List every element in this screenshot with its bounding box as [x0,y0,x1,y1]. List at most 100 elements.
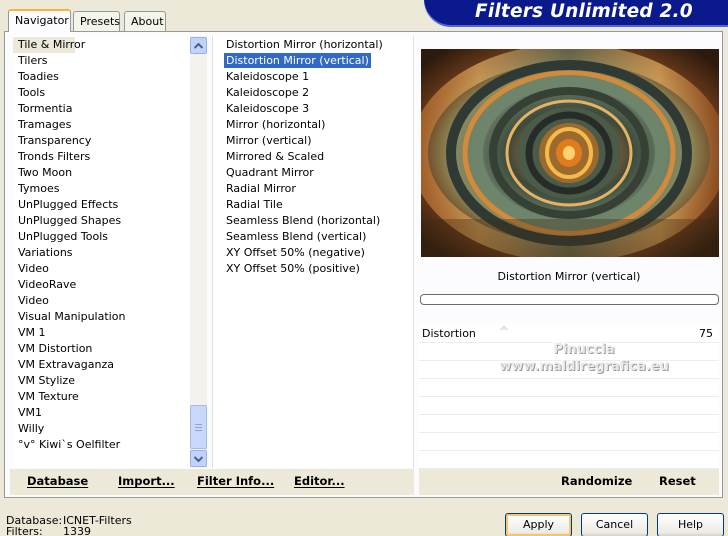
editor-button[interactable]: Editor... [294,474,345,491]
category-item[interactable]: VM1 [13,405,190,421]
category-item-label: Tramages [18,118,72,131]
chevron-down-icon [194,455,203,462]
filter-item[interactable]: Seamless Blend (horizontal) [213,213,380,229]
category-item[interactable]: Variations [13,245,190,261]
parameter-row[interactable]: Distortion 75 [419,325,719,343]
category-item[interactable]: VM Distortion [13,341,190,357]
category-item[interactable]: Two Moon [13,165,190,181]
parameter-name: Distortion [422,327,476,340]
filter-item-label: XY Offset 50% (negative) [226,246,365,259]
category-item[interactable]: Tools [13,85,190,101]
category-item[interactable]: VM Stylize [13,373,190,389]
category-item-label: UnPlugged Effects [18,198,119,211]
preview-filter-name: Distortion Mirror (vertical) [497,270,641,283]
apply-button[interactable]: Apply [505,513,572,536]
import-button[interactable]: Import... [118,474,175,491]
filter-item-selected[interactable]: Distortion Mirror (vertical) [213,53,371,69]
category-item[interactable]: Tymoes [13,181,190,197]
parameter-row-empty [419,361,719,379]
filter-item[interactable]: XY Offset 50% (negative) [213,245,365,261]
category-item-label: Willy [18,422,45,435]
category-item-label: Tools [18,86,46,99]
category-item[interactable]: VM Texture [13,389,190,405]
randomize-button[interactable]: Randomize [561,474,632,491]
filter-item-label: Kaleidoscope 2 [226,86,310,99]
category-item-label: Two Moon [18,166,73,179]
scroll-down-button[interactable] [190,450,207,467]
category-item[interactable]: Video [13,261,190,277]
filter-item-label: Distortion Mirror (vertical) [224,53,371,68]
app-title: Filters Unlimited 2.0 [475,1,693,22]
database-button[interactable]: Database [27,474,88,491]
filter-item-label: Seamless Blend (horizontal) [226,214,381,227]
filter-list[interactable]: Distortion Mirror (horizontal) Distortion… [212,36,414,468]
category-item[interactable]: Visual Manipulation [13,309,190,325]
tab-navigator[interactable]: Navigator [8,9,71,32]
filter-item[interactable]: Distortion Mirror (horizontal) [213,37,383,53]
help-button[interactable]: Help [657,513,724,536]
category-item[interactable]: VM 1 [13,325,190,341]
parameter-row-empty [419,343,719,361]
cancel-button[interactable]: Cancel [581,513,648,536]
filter-info-button[interactable]: Filter Info... [197,474,274,491]
filter-item[interactable]: Radial Mirror [213,181,296,197]
category-item[interactable]: Tormentia [13,101,190,117]
filter-item[interactable]: Mirrored & Scaled [213,149,324,165]
category-item-label: VM1 [18,406,43,419]
filter-item[interactable]: Kaleidoscope 1 [213,69,309,85]
category-item-label: UnPlugged Shapes [18,214,122,227]
category-item-label: VM Stylize [18,374,75,387]
filter-item-label: Radial Mirror [226,182,296,195]
filter-item[interactable]: Quadrant Mirror [213,165,314,181]
category-item[interactable]: Tramages [13,117,190,133]
filter-item[interactable]: Radial Tile [213,197,283,213]
category-item-selected[interactable]: Tile & Mirror [13,37,85,53]
scroll-thumb[interactable] [190,405,207,449]
filter-item[interactable]: XY Offset 50% (positive) [213,261,360,277]
chevron-up-icon [194,42,203,49]
parameter-row-empty [419,433,719,451]
category-item[interactable]: Toadies [13,69,190,85]
filter-item[interactable]: Kaleidoscope 2 [213,85,309,101]
filter-item[interactable]: Seamless Blend (vertical) [213,229,366,245]
parameter-row-empty [419,451,719,469]
category-scrollbar[interactable] [190,36,207,468]
category-item-label: Video [18,262,49,275]
filter-item-label: Quadrant Mirror [226,166,314,179]
filter-item[interactable]: Mirror (vertical) [213,133,312,149]
category-item-label: Tile & Mirror [18,38,86,51]
category-item[interactable]: °v° Kiwi`s Oelfilter [13,437,190,453]
status-filters-label: Filters: [6,525,43,536]
category-item[interactable]: VM Extravaganza [13,357,190,373]
filter-item[interactable]: Kaleidoscope 3 [213,101,309,117]
category-item[interactable]: VideoRave [13,277,190,293]
category-item-label: VM Distortion [18,342,93,355]
category-item[interactable]: Tilers [13,53,190,69]
filter-item[interactable]: Mirror (horizontal) [213,117,325,133]
category-item-label: Tilers [18,54,48,67]
category-item[interactable]: Transparency [13,133,190,149]
category-list[interactable]: Tile & Mirror Tilers Toadies Tools Tormentia… [13,36,190,468]
category-item[interactable]: Willy [13,421,190,437]
filter-item-label: Mirror (horizontal) [226,118,326,131]
tab-presets[interactable]: Presets [73,11,120,31]
category-item[interactable]: Tronds Filters [13,149,190,165]
status-filters: Filters: 1339 [6,525,91,536]
preview-image [421,49,719,257]
filter-item-label: Distortion Mirror (horizontal) [226,38,383,51]
parameter-value: 75 [699,327,713,340]
parameter-row-empty [419,397,719,415]
category-item-label: VM Texture [18,390,79,403]
category-item[interactable]: UnPlugged Effects [13,197,190,213]
category-item-label: VideoRave [18,278,77,291]
filter-item-label: XY Offset 50% (positive) [226,262,360,275]
tab-about[interactable]: About [124,11,166,31]
category-item[interactable]: Video [13,293,190,309]
category-item[interactable]: UnPlugged Tools [13,229,190,245]
category-item[interactable]: UnPlugged Shapes [13,213,190,229]
filter-item-label: Kaleidoscope 3 [226,102,310,115]
scroll-up-button[interactable] [190,37,207,54]
reset-button[interactable]: Reset [659,474,696,491]
category-item-label: Video [18,294,49,307]
filter-item-label: Mirror (vertical) [226,134,312,147]
